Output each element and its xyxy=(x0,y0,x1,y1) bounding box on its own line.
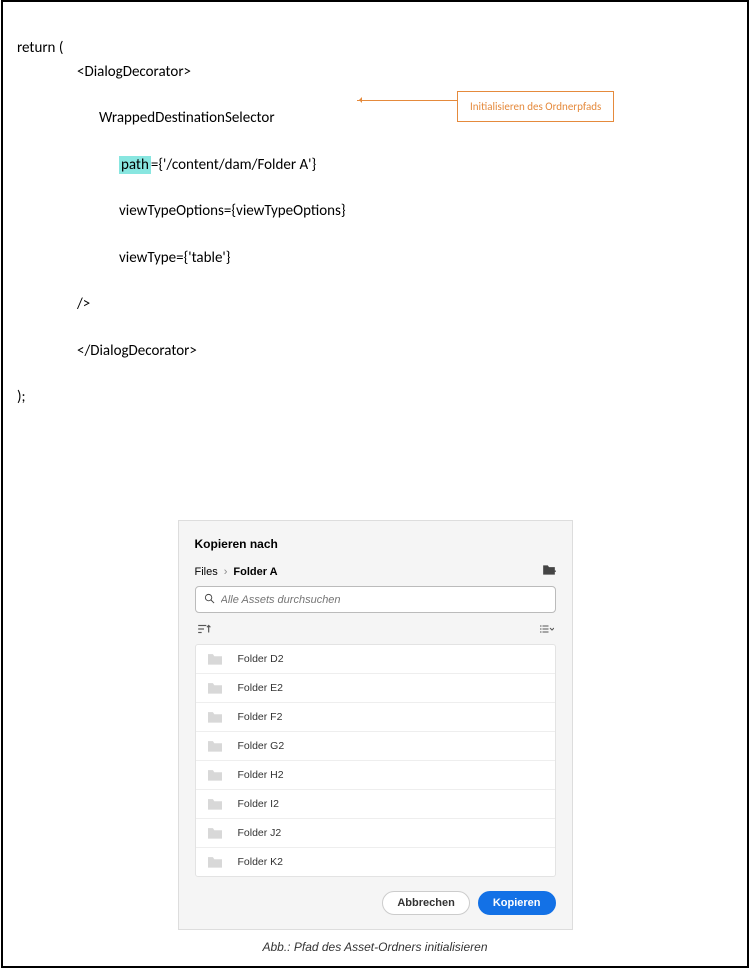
chevron-right-icon: › xyxy=(224,566,228,578)
folder-icon xyxy=(206,681,224,695)
breadcrumb-current: Folder A xyxy=(233,566,277,578)
search-icon xyxy=(204,592,215,607)
cancel-button[interactable]: Abbrechen xyxy=(382,891,469,915)
folder-name: Folder G2 xyxy=(238,740,285,752)
list-item[interactable]: Folder G2 xyxy=(196,732,555,761)
folder-icon xyxy=(206,855,224,869)
copy-dialog: Kopieren nach Files › Folder A xyxy=(178,520,573,930)
figure-caption: Abb.: Pfad des Asset-Ordners initialisie… xyxy=(17,940,733,954)
code-line: <DialogDecorator> xyxy=(17,61,733,84)
folder-name: Folder F2 xyxy=(238,711,283,723)
dialog-buttons: Abbrechen Kopieren xyxy=(195,891,556,915)
breadcrumb-root[interactable]: Files xyxy=(195,566,218,578)
new-folder-icon[interactable] xyxy=(542,563,556,580)
dialog-container: Kopieren nach Files › Folder A xyxy=(17,520,733,930)
folder-icon xyxy=(206,652,224,666)
list-item[interactable]: Folder D2 xyxy=(196,645,555,674)
folder-icon xyxy=(206,768,224,782)
copy-button[interactable]: Kopieren xyxy=(478,891,556,915)
list-item[interactable]: Folder H2 xyxy=(196,761,555,790)
folder-name: Folder E2 xyxy=(238,682,284,694)
list-item[interactable]: Folder F2 xyxy=(196,703,555,732)
folder-list: Folder D2 Folder E2 Folder F2 Folder G2 Fold… xyxy=(195,644,556,877)
code-line: </DialogDecorator> xyxy=(17,340,733,363)
folder-icon xyxy=(206,797,224,811)
folder-icon xyxy=(206,826,224,840)
sort-icon[interactable] xyxy=(197,623,211,638)
code-line: WrappedDestinationSelector xyxy=(17,107,733,130)
list-item[interactable]: Folder E2 xyxy=(196,674,555,703)
code-snippet: return ( <DialogDecorator> WrappedDestin… xyxy=(17,14,733,502)
callout-arrow xyxy=(357,100,457,101)
folder-name: Folder K2 xyxy=(238,856,284,868)
view-toggle-icon[interactable] xyxy=(540,623,554,638)
code-line: return ( xyxy=(17,39,63,57)
list-toolbar xyxy=(195,621,556,644)
code-line: /> xyxy=(17,293,733,316)
code-line: viewTypeOptions={viewTypeOptions} xyxy=(17,200,733,223)
dialog-title: Kopieren nach xyxy=(195,537,556,551)
code-line: path={'/content/dam/Folder A'} xyxy=(17,154,733,177)
highlighted-prop: path xyxy=(119,156,151,174)
folder-name: Folder H2 xyxy=(238,769,284,781)
list-item[interactable]: Folder K2 xyxy=(196,848,555,876)
document-page: return ( <DialogDecorator> WrappedDestin… xyxy=(1,0,749,968)
breadcrumb: Files › Folder A xyxy=(195,566,278,578)
search-input[interactable] xyxy=(221,594,547,606)
search-input-wrapper[interactable] xyxy=(195,586,556,613)
code-line: viewType={'table'} xyxy=(17,247,733,270)
callout-label: Initialisieren des Ordnerpfads xyxy=(457,91,614,122)
folder-name: Folder D2 xyxy=(238,653,284,665)
list-item[interactable]: Folder I2 xyxy=(196,790,555,819)
folder-icon xyxy=(206,710,224,724)
folder-icon xyxy=(206,739,224,753)
folder-name: Folder J2 xyxy=(238,827,282,839)
list-item[interactable]: Folder J2 xyxy=(196,819,555,848)
folder-name: Folder I2 xyxy=(238,798,279,810)
code-line: ); xyxy=(17,388,26,406)
breadcrumb-row: Files › Folder A xyxy=(195,563,556,580)
